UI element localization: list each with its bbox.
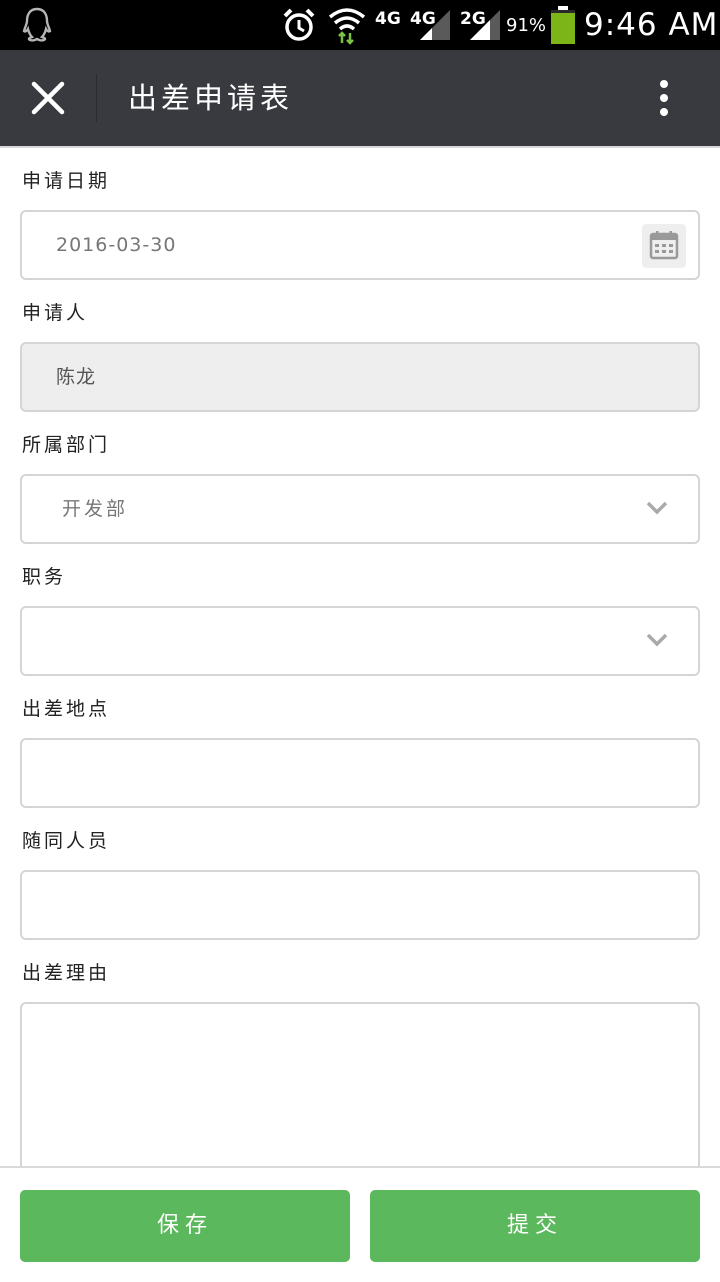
wifi-icon: [328, 0, 366, 50]
applicant-value: 陈龙: [56, 366, 97, 388]
appbar-divider-line: [0, 146, 720, 148]
signal-icon: [418, 0, 452, 50]
department-label: 所属部门: [22, 434, 111, 456]
battery-icon: [550, 0, 576, 50]
apply-date-field[interactable]: 2016-03-30: [20, 210, 700, 280]
chevron-down-icon: [646, 501, 668, 515]
page-title: 出差申请表: [128, 81, 294, 115]
position-label: 职务: [22, 566, 67, 588]
applicant-label: 申请人: [22, 302, 89, 324]
more-menu-button[interactable]: [644, 72, 684, 124]
app-bar: 出差申请表: [0, 50, 720, 146]
reason-label: 出差理由: [22, 962, 111, 984]
bottom-action-bar: 保存 提交: [0, 1166, 720, 1282]
submit-button[interactable]: 提交: [370, 1190, 700, 1262]
qq-icon: [20, 0, 54, 50]
location-input[interactable]: [20, 738, 700, 808]
battery-percent: 91%: [506, 14, 547, 36]
close-button[interactable]: [22, 72, 74, 124]
applicant-field: 陈龙: [20, 342, 700, 412]
save-button[interactable]: 保存: [20, 1190, 350, 1262]
more-vert-icon: [660, 80, 668, 116]
status-bar: 4G 4G 2G 91% 9:46 AM: [0, 0, 720, 50]
network-label: 4G: [375, 9, 401, 29]
location-label: 出差地点: [22, 698, 111, 720]
signal-icon: [468, 0, 502, 50]
status-time: 9:46 AM: [584, 7, 719, 43]
chevron-down-icon: [646, 633, 668, 647]
apply-date-label: 申请日期: [22, 170, 111, 192]
position-select[interactable]: [20, 606, 700, 676]
date-picker-button[interactable]: [642, 224, 686, 268]
department-value: 开发部: [62, 498, 129, 520]
department-select[interactable]: 开发部: [20, 474, 700, 544]
appbar-divider: [96, 74, 97, 122]
close-icon: [31, 81, 65, 115]
apply-date-value: 2016-03-30: [56, 234, 177, 256]
companions-input[interactable]: [20, 870, 700, 940]
companions-label: 随同人员: [22, 830, 111, 852]
calendar-icon: [649, 231, 679, 260]
alarm-icon: [282, 0, 316, 50]
